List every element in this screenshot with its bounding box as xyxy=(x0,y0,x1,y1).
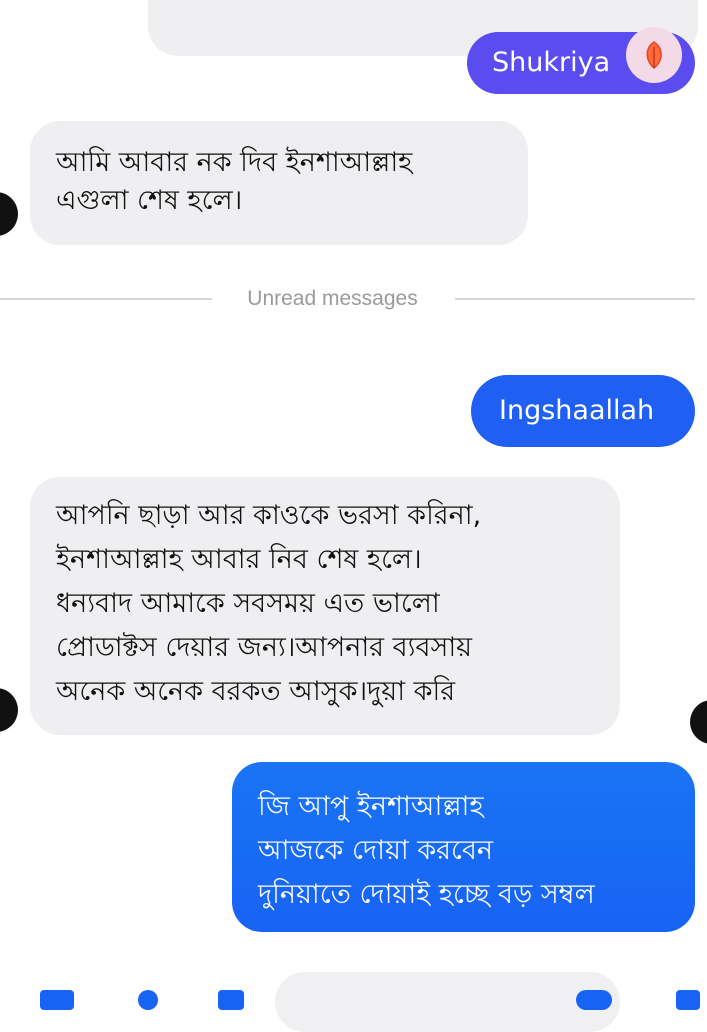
message-input[interactable] xyxy=(275,972,620,1032)
avatar-icon[interactable] xyxy=(0,688,18,732)
avatar-icon[interactable] xyxy=(690,700,707,744)
mic-icon[interactable] xyxy=(218,990,244,1010)
leaf-icon xyxy=(646,41,662,69)
message-line: প্রোডাক্টস দেয়ার জন্য।আপনার ব্যবসায় xyxy=(56,632,473,663)
image-icon[interactable] xyxy=(138,990,158,1010)
like-icon[interactable] xyxy=(676,990,700,1010)
message-text: Shukriya xyxy=(492,47,611,78)
message-line: ধন্যবাদ আমাকে সবসময় এত ভালো xyxy=(56,588,440,619)
message-line: দুনিয়াতে দোয়াই হচ্ছে বড় সম্বল xyxy=(258,879,595,910)
emoji-icon[interactable] xyxy=(576,990,612,1010)
message-line: এগুলা শেষ হলে। xyxy=(56,185,243,216)
message-line: আজকে দোয়া করবেন xyxy=(258,835,493,866)
message-line: অনেক অনেক বরকত আসুক।দুয়া করি xyxy=(56,676,456,707)
message-text: Ingshaallah xyxy=(499,395,655,426)
message-bubble-outgoing-3[interactable]: জি আপু ইনশাআল্লাহ আজকে দোয়া করবেন দুনিয… xyxy=(232,762,695,932)
leaf-reaction-icon[interactable] xyxy=(626,27,682,83)
message-bubble-ingshaallah[interactable]: Ingshaallah xyxy=(471,375,695,447)
message-bubble-incoming-1[interactable]: আমি আবার নক দিব ইনশাআল্লাহ এগুলা শেষ হলে… xyxy=(30,121,528,245)
unread-divider-label: Unread messages xyxy=(247,287,418,310)
message-line: আপনি ছাড়া আর কাওকে ভরসা করিনা, xyxy=(56,500,482,531)
message-line: জি আপু ইনশাআল্লাহ xyxy=(258,791,484,822)
divider-line-right xyxy=(455,298,695,300)
message-line: আমি আবার নক দিব ইনশাআল্লাহ xyxy=(56,147,413,178)
message-bubble-incoming-2[interactable]: আপনি ছাড়া আর কাওকে ভরসা করিনা, ইনশাআল্ল… xyxy=(30,477,620,735)
avatar-icon[interactable] xyxy=(0,192,18,236)
camera-icon[interactable] xyxy=(40,990,74,1010)
message-line: ইনশাআল্লাহ আবার নিব শেষ হলে। xyxy=(56,544,422,575)
divider-line-left xyxy=(0,298,212,300)
